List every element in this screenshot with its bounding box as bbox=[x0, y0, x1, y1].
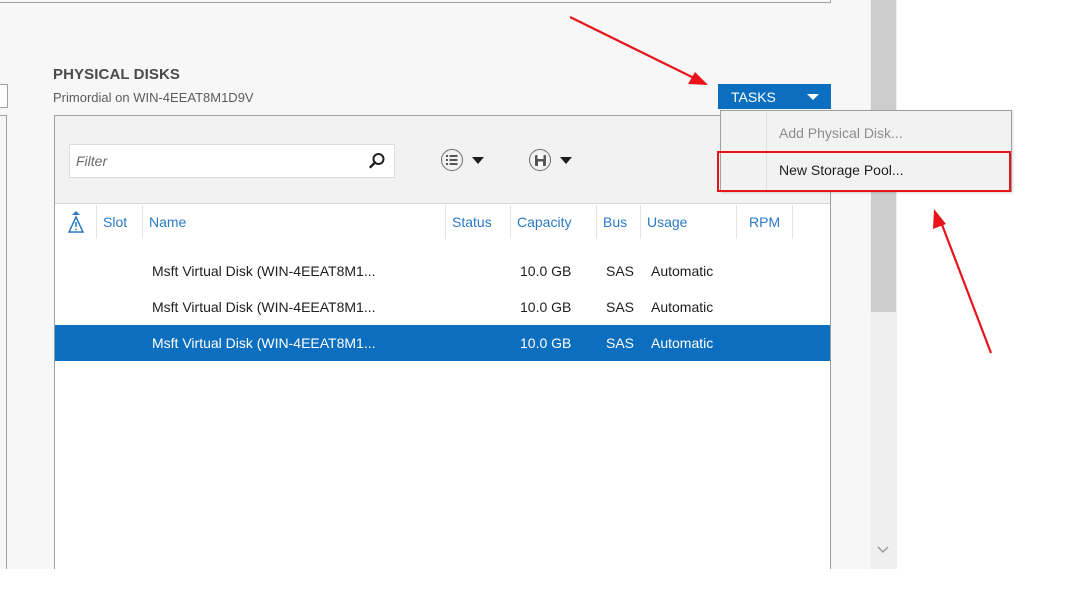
save-query-button[interactable] bbox=[529, 148, 572, 172]
cell-name: Msft Virtual Disk (WIN-4EEAT8M1... bbox=[152, 299, 376, 315]
caret-down-icon bbox=[472, 156, 484, 164]
table-row[interactable]: Msft Virtual Disk (WIN-4EEAT8M1... 10.0 … bbox=[55, 253, 830, 289]
tasks-button[interactable]: TASKS bbox=[718, 84, 831, 109]
section-subtitle: Primordial on WIN-4EEAT8M1D9V bbox=[53, 90, 254, 105]
section-title: PHYSICAL DISKS bbox=[53, 66, 180, 83]
column-header-rpm[interactable]: RPM bbox=[737, 205, 793, 239]
cell-usage: Automatic bbox=[651, 335, 714, 351]
table-row[interactable]: Msft Virtual Disk (WIN-4EEAT8M1... 10.0 … bbox=[55, 289, 830, 325]
server-manager-window: PHYSICAL DISKS Primordial on WIN-4EEAT8M… bbox=[0, 0, 897, 569]
column-header-status[interactable]: Status bbox=[446, 205, 511, 239]
list-view-icon bbox=[441, 149, 463, 171]
column-header-slot[interactable]: Slot bbox=[97, 205, 143, 239]
menu-item-new-storage-pool[interactable]: New Storage Pool... bbox=[721, 151, 1011, 189]
disk-list: Msft Virtual Disk (WIN-4EEAT8M1... 10.0 … bbox=[55, 253, 830, 361]
vertical-scrollbar[interactable] bbox=[870, 0, 897, 569]
cell-usage: Automatic bbox=[651, 263, 714, 279]
left-panel bbox=[0, 115, 7, 569]
column-header-capacity[interactable]: Capacity bbox=[511, 205, 597, 239]
cell-name: Msft Virtual Disk (WIN-4EEAT8M1... bbox=[152, 335, 376, 351]
filter-input[interactable] bbox=[70, 153, 360, 169]
cell-usage: Automatic bbox=[651, 299, 714, 315]
cell-bus: SAS bbox=[606, 299, 635, 315]
tasks-button-label: TASKS bbox=[731, 88, 776, 105]
cell-capacity: 10.0 GB bbox=[520, 263, 572, 279]
column-headers: Slot Name Status Capacity Bus Usage RPM bbox=[55, 205, 830, 239]
table-row-selected[interactable]: Msft Virtual Disk (WIN-4EEAT8M1... 10.0 … bbox=[55, 325, 830, 361]
cell-name: Msft Virtual Disk (WIN-4EEAT8M1... bbox=[152, 263, 376, 279]
panel-toolbar bbox=[55, 116, 830, 204]
column-header-name[interactable]: Name bbox=[143, 205, 446, 239]
search-icon[interactable] bbox=[368, 152, 386, 170]
scroll-down-icon[interactable] bbox=[877, 544, 889, 554]
view-options-button[interactable] bbox=[441, 148, 484, 172]
left-panel-input[interactable] bbox=[0, 84, 8, 108]
cell-bus: SAS bbox=[606, 263, 635, 279]
caret-down-icon bbox=[807, 94, 819, 100]
cell-capacity: 10.0 GB bbox=[520, 299, 572, 315]
caret-down-icon bbox=[560, 156, 572, 164]
tasks-menu: Add Physical Disk... New Storage Pool... bbox=[720, 110, 1012, 192]
column-header-usage[interactable]: Usage bbox=[641, 205, 737, 239]
warning-triangle-icon bbox=[67, 211, 84, 233]
physical-disks-panel: Slot Name Status Capacity Bus Usage RPM … bbox=[54, 115, 831, 569]
save-query-icon bbox=[529, 149, 551, 171]
column-header-bus[interactable]: Bus bbox=[597, 205, 641, 239]
filter-box[interactable] bbox=[69, 144, 395, 178]
column-header-alert[interactable] bbox=[55, 205, 97, 239]
menu-item-add-physical-disk[interactable]: Add Physical Disk... bbox=[721, 114, 1011, 152]
annotation-arrow-new-pool bbox=[933, 209, 993, 354]
cell-bus: SAS bbox=[606, 335, 635, 351]
cell-capacity: 10.0 GB bbox=[520, 335, 572, 351]
upper-panel-border bbox=[0, 0, 831, 3]
